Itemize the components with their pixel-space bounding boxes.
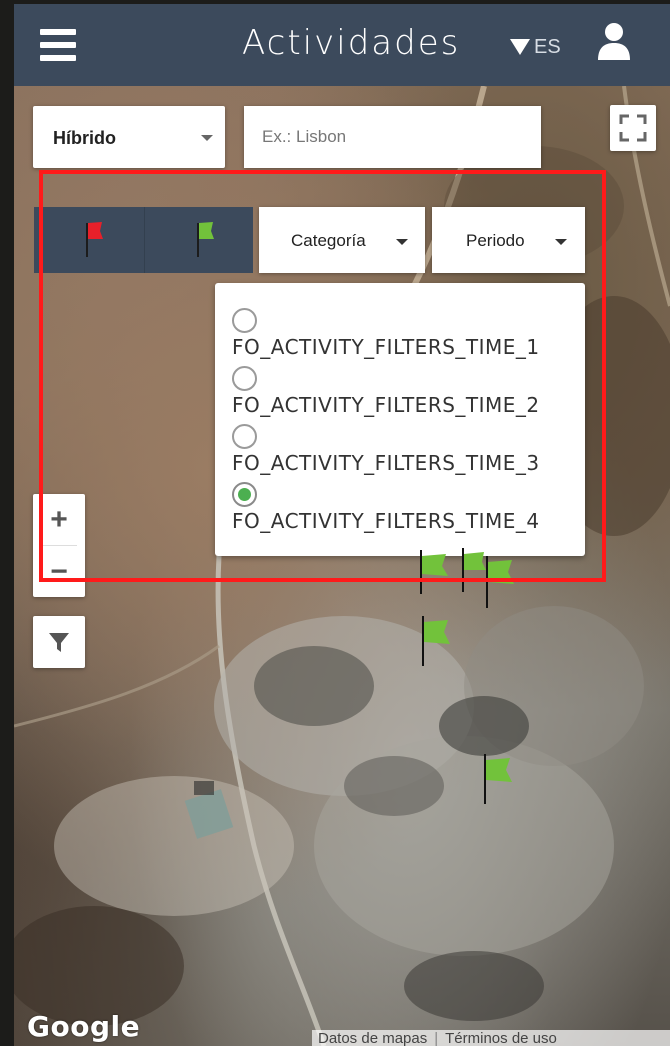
language-selector[interactable]: ES (510, 32, 561, 62)
chevron-down-icon (555, 239, 567, 245)
map-data-link[interactable]: Datos de mapas (318, 1030, 427, 1046)
category-dropdown[interactable]: Categoría (259, 207, 425, 273)
activity-flag-marker[interactable] (484, 556, 518, 610)
top-bar: Actividades ES (14, 4, 670, 86)
red-flag-icon (86, 222, 103, 257)
period-dropdown[interactable]: Periodo (432, 207, 585, 273)
green-flag-toggle[interactable] (143, 207, 254, 273)
radio-button[interactable] (232, 366, 257, 391)
google-logo: Google (27, 1010, 141, 1043)
radio-button[interactable] (232, 424, 257, 449)
language-label: ES (534, 35, 561, 58)
flag-filter-toggles (34, 207, 253, 273)
activity-flag-marker[interactable] (420, 616, 454, 668)
activity-flag-marker[interactable] (482, 754, 516, 806)
map-type-label: Híbrido (53, 128, 116, 148)
period-option[interactable]: FO_ACTIVITY_FILTERS_TIME_1 (215, 308, 585, 366)
chevron-down-icon (396, 239, 408, 245)
chevron-down-icon (201, 135, 213, 141)
filter-button[interactable] (33, 616, 85, 668)
user-icon[interactable] (596, 22, 632, 62)
period-option[interactable]: FO_ACTIVITY_FILTERS_TIME_4 (215, 482, 585, 540)
caret-down-icon (510, 39, 530, 55)
period-label: Periodo (466, 231, 525, 250)
fullscreen-icon (619, 114, 647, 142)
radio-button[interactable] (232, 308, 257, 333)
radio-button-selected[interactable] (232, 482, 257, 507)
attribution-separator: | (434, 1030, 439, 1046)
zoom-controls: + − (33, 494, 85, 597)
zoom-out-button[interactable]: − (33, 546, 85, 597)
category-label: Categoría (291, 231, 366, 250)
period-option-label: FO_ACTIVITY_FILTERS_TIME_3 (232, 451, 540, 475)
zoom-in-button[interactable]: + (33, 494, 85, 545)
period-option[interactable]: FO_ACTIVITY_FILTERS_TIME_2 (215, 366, 585, 424)
fullscreen-button[interactable] (610, 105, 656, 151)
map-type-select[interactable]: Híbrido (33, 106, 225, 168)
hamburger-menu-icon[interactable] (40, 29, 76, 63)
period-option-label: FO_ACTIVITY_FILTERS_TIME_4 (232, 509, 540, 533)
period-options-panel: FO_ACTIVITY_FILTERS_TIME_1 FO_ACTIVITY_F… (215, 283, 585, 556)
app-screen: Actividades ES Híbrido Ex.: Lisbon Categ… (0, 0, 670, 1046)
period-option-label: FO_ACTIVITY_FILTERS_TIME_2 (232, 393, 540, 417)
funnel-icon (49, 633, 69, 652)
green-flag-icon (196, 222, 214, 257)
activity-flag-marker[interactable] (418, 550, 452, 596)
page-title: Actividades (242, 23, 461, 63)
red-flag-toggle[interactable] (34, 207, 144, 273)
period-option[interactable]: FO_ACTIVITY_FILTERS_TIME_3 (215, 424, 585, 482)
search-input[interactable] (244, 106, 541, 168)
map-attribution: Datos de mapas | Términos de uso (312, 1030, 670, 1046)
terms-of-use-link[interactable]: Términos de uso (445, 1030, 557, 1046)
period-option-label: FO_ACTIVITY_FILTERS_TIME_1 (232, 335, 540, 359)
